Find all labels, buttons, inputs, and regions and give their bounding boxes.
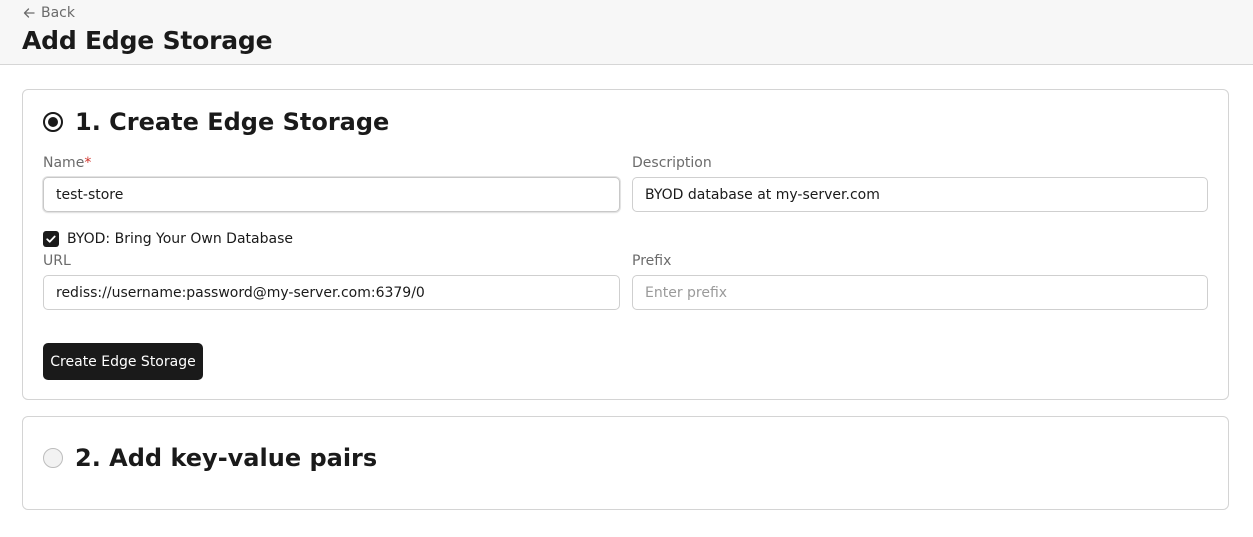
page-header: Back Add Edge Storage (0, 0, 1253, 65)
required-marker: * (84, 155, 92, 171)
step-title: 2. Add key-value pairs (75, 444, 378, 472)
byod-checkbox-row[interactable]: BYOD: Bring Your Own Database (43, 231, 293, 247)
url-input-value: rediss://username:password@my-server.com… (56, 284, 425, 301)
name-input-value: test-store (56, 186, 124, 203)
description-input[interactable]: BYOD database at my-server.com (632, 177, 1208, 212)
description-input-value: BYOD database at my-server.com (645, 186, 880, 203)
name-input[interactable]: test-store (43, 177, 620, 212)
step-header: 1. Create Edge Storage (43, 108, 389, 136)
step-1-radio[interactable] (43, 112, 63, 132)
check-icon (46, 235, 56, 243)
step-header: 2. Add key-value pairs (43, 444, 377, 472)
step-add-key-value-pairs: 2. Add key-value pairs (22, 416, 1229, 510)
step-create-edge-storage: 1. Create Edge Storage Name* test-store … (22, 89, 1229, 400)
byod-checkbox-label: BYOD: Bring Your Own Database (67, 231, 293, 247)
name-label: Name* (43, 155, 91, 171)
prefix-label: Prefix (632, 253, 672, 269)
prefix-input-placeholder: Enter prefix (645, 284, 728, 301)
arrow-left-icon (22, 6, 36, 20)
page-title: Add Edge Storage (22, 26, 273, 55)
description-label: Description (632, 155, 712, 171)
byod-checkbox[interactable] (43, 231, 59, 247)
back-label: Back (41, 5, 75, 21)
url-input[interactable]: rediss://username:password@my-server.com… (43, 275, 620, 310)
radio-dot (48, 117, 58, 127)
prefix-input[interactable]: Enter prefix (632, 275, 1208, 310)
name-label-text: Name (43, 155, 85, 171)
create-edge-storage-button[interactable]: Create Edge Storage (43, 343, 203, 380)
step-title: 1. Create Edge Storage (75, 108, 390, 136)
step-2-radio[interactable] (43, 448, 63, 468)
url-label: URL (43, 253, 71, 269)
back-link[interactable]: Back (22, 4, 75, 22)
